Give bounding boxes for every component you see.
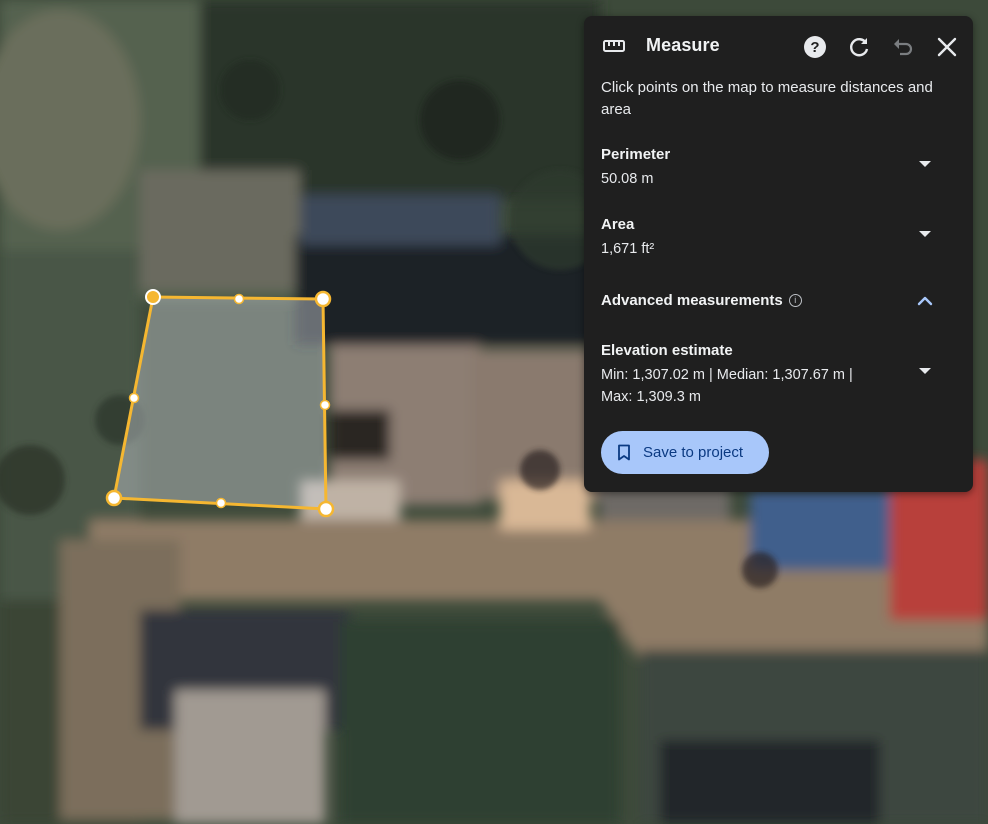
chevron-down-icon[interactable] xyxy=(916,225,934,243)
ruler-icon xyxy=(602,36,626,56)
polygon-midpoint-handle[interactable] xyxy=(319,399,331,411)
elevation-row[interactable]: Elevation estimate Min: 1,307.02 m | Med… xyxy=(584,342,973,408)
polygon-midpoint-handle[interactable] xyxy=(215,497,227,509)
refresh-icon[interactable] xyxy=(846,34,872,60)
polygon-midpoint-handle[interactable] xyxy=(233,293,245,305)
measure-instructions: Click points on the map to measure dista… xyxy=(601,79,933,118)
svg-text:?: ? xyxy=(810,39,819,56)
polygon-midpoint-handle[interactable] xyxy=(128,392,140,404)
chevron-up-icon[interactable] xyxy=(916,292,934,310)
perimeter-label: Perimeter xyxy=(601,146,671,163)
undo-icon[interactable] xyxy=(890,34,916,60)
save-to-project-label: Save to project xyxy=(643,444,744,461)
advanced-measurements-label: Advanced measurements i xyxy=(601,292,802,309)
advanced-measurements-toggle[interactable]: Advanced measurements i xyxy=(584,292,973,314)
chevron-down-icon[interactable] xyxy=(916,362,934,380)
measure-panel-header: Measure ? xyxy=(584,16,973,76)
panel-title: Measure xyxy=(646,35,720,55)
close-icon[interactable] xyxy=(934,34,960,60)
bookmark-icon xyxy=(617,444,631,461)
area-row[interactable]: Area 1,671 ft² xyxy=(584,216,973,261)
perimeter-value: 50.08 m xyxy=(601,171,654,187)
polygon-vertex-handle[interactable] xyxy=(317,500,335,518)
perimeter-row[interactable]: Perimeter 50.08 m xyxy=(584,146,973,191)
help-icon[interactable]: ? xyxy=(802,34,828,60)
measure-panel: Measure ? Click points on the map to mea… xyxy=(584,16,973,492)
chevron-down-icon[interactable] xyxy=(916,155,934,173)
info-icon[interactable]: i xyxy=(788,294,802,307)
elevation-value-line1: Min: 1,307.02 m | Median: 1,307.67 m | xyxy=(601,367,853,383)
polygon-start-vertex[interactable] xyxy=(145,289,161,305)
polygon-vertex-handle[interactable] xyxy=(314,290,332,308)
elevation-label: Elevation estimate xyxy=(601,342,733,359)
save-to-project-button[interactable]: Save to project xyxy=(601,431,769,474)
advanced-measurements-text: Advanced measurements xyxy=(601,292,783,309)
area-value: 1,671 ft² xyxy=(601,241,655,257)
area-label: Area xyxy=(601,216,635,233)
elevation-value-line2: Max: 1,309.3 m xyxy=(601,389,701,405)
polygon-vertex-handle[interactable] xyxy=(105,489,123,507)
measured-area-polygon xyxy=(112,295,328,511)
